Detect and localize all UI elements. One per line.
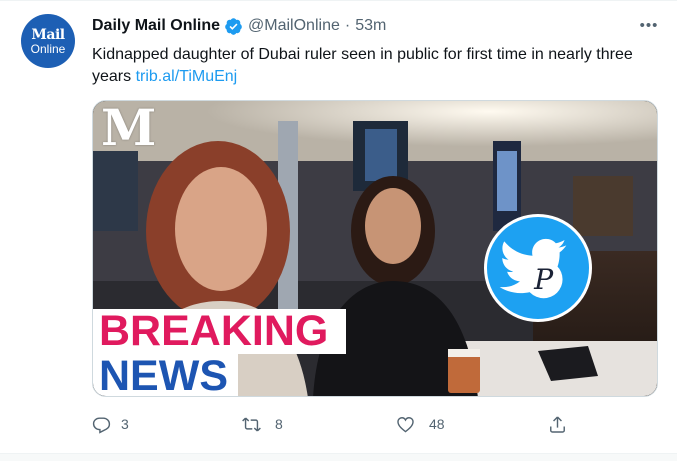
tweet-media[interactable]: M P BREAKING NEWS: [92, 100, 658, 397]
tweet-header: Daily Mail Online @MailOnline · 53m: [92, 15, 386, 37]
retweet-button[interactable]: 8: [242, 411, 283, 437]
divider: [0, 453, 677, 461]
more-options-icon[interactable]: •••: [634, 17, 664, 35]
handle[interactable]: @MailOnline: [248, 17, 340, 35]
timestamp[interactable]: 53m: [355, 17, 386, 35]
separator: ·: [344, 17, 351, 34]
display-name[interactable]: Daily Mail Online: [92, 17, 220, 35]
breaking-banner: BREAKING: [93, 309, 346, 354]
reply-button[interactable]: 3: [92, 411, 129, 437]
news-label: NEWS: [99, 352, 228, 397]
heart-icon: [397, 416, 414, 433]
avatar-line1: Mail: [31, 26, 65, 43]
avatar[interactable]: Mail Online: [21, 14, 75, 68]
breaking-label: BREAKING: [99, 307, 329, 355]
share-icon: [550, 416, 565, 433]
reply-icon: [92, 416, 111, 434]
tweet-text: Kidnapped daughter of Dubai ruler seen i…: [92, 44, 652, 88]
tweet-link[interactable]: trib.al/TiMuEnj: [136, 68, 238, 85]
like-count: 48: [429, 416, 445, 432]
like-button[interactable]: 48: [396, 411, 445, 437]
verified-badge-icon: [224, 17, 243, 36]
share-button[interactable]: [548, 411, 567, 437]
news-banner: NEWS: [93, 352, 238, 397]
daily-mail-logo: M: [101, 100, 156, 157]
reply-count: 3: [121, 416, 129, 432]
retweet-count: 8: [275, 416, 283, 432]
tweet[interactable]: Mail Online Daily Mail Online @MailOnlin…: [0, 0, 677, 461]
retweet-icon: [242, 417, 261, 431]
tweet-actions: 3 8 48: [92, 411, 582, 437]
avatar-line2: Online: [30, 41, 66, 56]
bird-letter: P: [533, 263, 554, 296]
twitter-bird-icon: P: [484, 214, 592, 322]
